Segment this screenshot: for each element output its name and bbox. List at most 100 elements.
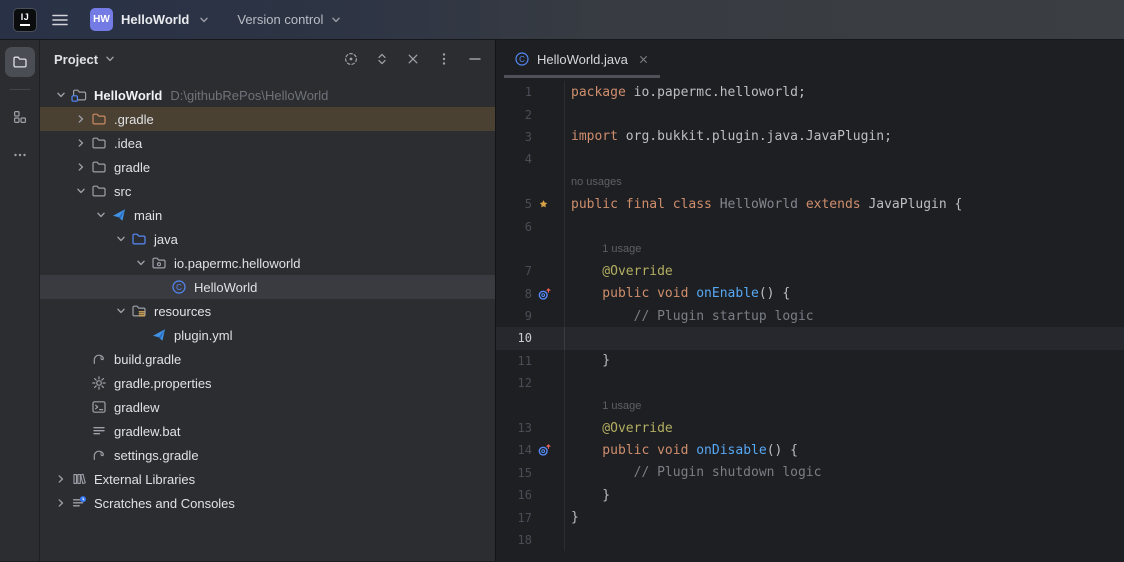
locate-button[interactable]	[339, 47, 363, 71]
expand-all-button[interactable]	[370, 47, 394, 71]
paper-plane-icon	[111, 207, 128, 223]
tree-item-helloworld[interactable]: HelloWorldD:\githubRePos\HelloWorld	[40, 83, 495, 107]
chevron-right-icon[interactable]	[72, 111, 90, 127]
chevron-down-icon[interactable]	[112, 303, 130, 319]
tree-item-resources[interactable]: resources	[40, 299, 495, 323]
code-line-3[interactable]: 3import org.bukkit.plugin.java.JavaPlugi…	[496, 126, 1124, 148]
tree-item-src[interactable]: src	[40, 179, 495, 203]
code-line-4[interactable]: 4	[496, 148, 1124, 170]
project-widget[interactable]: HW HelloWorld	[84, 5, 217, 34]
tree-item-label: .idea	[114, 136, 142, 151]
code-line-12[interactable]: 12	[496, 372, 1124, 394]
tree-item-idea[interactable]: .idea	[40, 131, 495, 155]
app-icon-text: IJ	[21, 13, 30, 22]
folder-icon	[91, 159, 108, 175]
tree-item-java[interactable]: java	[40, 227, 495, 251]
tree-item-gradle[interactable]: gradle	[40, 155, 495, 179]
line-number: 18	[496, 533, 532, 547]
line-number: 14	[496, 443, 532, 457]
code-token: @Override	[571, 264, 673, 279]
chevron-down-icon[interactable]	[52, 87, 70, 103]
code-line-13[interactable]: 13 @Override	[496, 417, 1124, 439]
code-token: public void	[571, 286, 696, 301]
tree-item-plugin-yml[interactable]: plugin.yml	[40, 323, 495, 347]
chevron-right-icon[interactable]	[72, 159, 90, 175]
tree-item-label: gradlew.bat	[114, 424, 181, 439]
close-icon[interactable]	[637, 53, 650, 66]
toolbar-separator	[10, 89, 30, 90]
tab-helloworld-java[interactable]: C HelloWorld.java	[504, 40, 660, 78]
code-line-14[interactable]: 14 public void onDisable() {	[496, 439, 1124, 461]
chevron-down-icon[interactable]	[92, 207, 110, 223]
folder-excluded-icon	[91, 111, 108, 127]
usage-inlay-hint[interactable]: 1 usage	[571, 400, 641, 412]
tree-item-external-libraries[interactable]: External Libraries	[40, 467, 495, 491]
code-token: onEnable	[696, 286, 759, 301]
overriding-method-icon[interactable]	[532, 286, 560, 302]
gutter: 6	[496, 215, 564, 237]
tool-window-button-project-folder[interactable]	[5, 47, 35, 77]
line-number: 2	[496, 108, 532, 122]
tree-item-helloworld[interactable]: CHelloWorld	[40, 275, 495, 299]
code-line-17[interactable]: 17}	[496, 506, 1124, 528]
code-line-6[interactable]: 6	[496, 215, 1124, 237]
collapse-all-icon	[405, 51, 421, 67]
code-token: public void	[571, 443, 696, 458]
tree-item-io-papermc-helloworld[interactable]: io.papermc.helloworld	[40, 251, 495, 275]
code-line-10[interactable]: 10	[496, 327, 1124, 349]
inlay-hint-line[interactable]: 1 usage	[496, 238, 1124, 260]
tree-item-label: gradle	[114, 160, 150, 175]
title-bar: IJ HW HelloWorld Version control	[0, 0, 1124, 40]
code-line-16[interactable]: 16 }	[496, 484, 1124, 506]
line-number: 13	[496, 421, 532, 435]
gutter: 18	[496, 529, 564, 551]
code-line-9[interactable]: 9 // Plugin startup logic	[496, 305, 1124, 327]
tree-item-scratches-and-consoles[interactable]: Scratches and Consoles	[40, 491, 495, 515]
tool-window-button-more[interactable]	[5, 140, 35, 170]
tree-item-gradlew-bat[interactable]: gradlew.bat	[40, 419, 495, 443]
options-button[interactable]	[432, 47, 456, 71]
terminal-icon	[91, 399, 108, 415]
tree-item-gradle-properties[interactable]: gradle.properties	[40, 371, 495, 395]
code-token: }	[571, 488, 610, 503]
tab-label: HelloWorld.java	[537, 52, 628, 67]
hide-button[interactable]	[463, 47, 487, 71]
chevron-right-icon[interactable]	[52, 471, 70, 487]
code-line-5[interactable]: 5public final class HelloWorld extends J…	[496, 193, 1124, 215]
tree-item-build-gradle[interactable]: build.gradle	[40, 347, 495, 371]
project-panel: Project HelloWorldD:\githubRePos\HelloWo…	[40, 40, 496, 561]
code-line-7[interactable]: 7 @Override	[496, 260, 1124, 282]
code-line-8[interactable]: 8 public void onEnable() {	[496, 283, 1124, 305]
code-line-18[interactable]: 18	[496, 529, 1124, 551]
code-line-2[interactable]: 2	[496, 103, 1124, 125]
chevron-down-icon[interactable]	[112, 231, 130, 247]
code-line-15[interactable]: 15 // Plugin shutdown logic	[496, 462, 1124, 484]
code-area[interactable]: 1package io.papermc.helloworld; 2 3import …	[496, 78, 1124, 561]
chevron-down-icon[interactable]	[132, 255, 150, 271]
code-token: JavaPlugin {	[868, 197, 962, 212]
usage-inlay-hint[interactable]: 1 usage	[571, 243, 641, 255]
inlay-hint-line[interactable]: no usages	[496, 171, 1124, 193]
tree-item-main[interactable]: main	[40, 203, 495, 227]
main-menu-button[interactable]	[46, 6, 74, 34]
overriding-method-icon[interactable]	[532, 442, 560, 458]
tree-item-gradlew[interactable]: gradlew	[40, 395, 495, 419]
usage-inlay-hint[interactable]: no usages	[571, 176, 622, 188]
gutter: 9	[496, 305, 564, 327]
intellij-app-icon[interactable]: IJ	[14, 9, 36, 31]
version-control-widget[interactable]: Version control	[237, 12, 343, 27]
collapse-all-button[interactable]	[401, 47, 425, 71]
code-line-1[interactable]: 1package io.papermc.helloworld;	[496, 81, 1124, 103]
tree-item-gradle[interactable]: .gradle	[40, 107, 495, 131]
chevron-right-icon[interactable]	[72, 135, 90, 151]
chevron-right-icon[interactable]	[52, 495, 70, 511]
inlay-hint-line[interactable]: 1 usage	[496, 394, 1124, 416]
folder-icon	[91, 183, 108, 199]
tool-window-button-structure[interactable]	[5, 102, 35, 132]
project-view-selector[interactable]: Project	[54, 52, 117, 67]
chevron-down-icon[interactable]	[72, 183, 90, 199]
plugin-gutter-icon[interactable]	[532, 198, 560, 211]
tree-item-settings-gradle[interactable]: settings.gradle	[40, 443, 495, 467]
package-icon	[151, 255, 168, 271]
code-line-11[interactable]: 11 }	[496, 350, 1124, 372]
